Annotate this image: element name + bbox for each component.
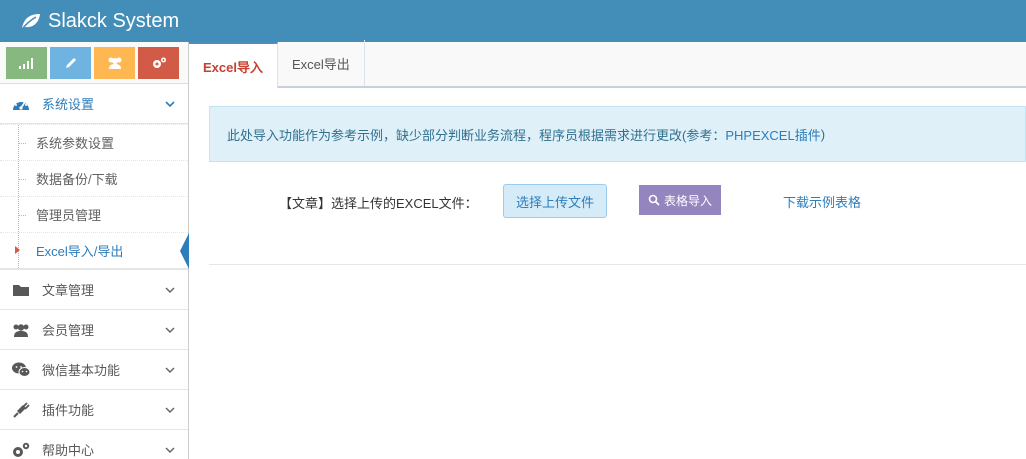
signal-icon <box>18 57 33 69</box>
sidebar: 系统设置 系统参数设置 数据备份/下载 管理员管理 Excel导入/导出 文章管… <box>0 42 189 459</box>
submenu-item-label: 数据备份/下载 <box>36 172 118 187</box>
chevron-down-icon <box>165 366 175 373</box>
menu-label: 会员管理 <box>42 323 95 338</box>
menu-wechat-basic[interactable]: 微信基本功能 <box>0 349 188 389</box>
shortcut-edit-button[interactable] <box>50 46 91 79</box>
tab-excel-export[interactable]: Excel导出 <box>278 40 365 86</box>
alert-suffix: ) <box>820 126 826 142</box>
upload-label: 【文章】选择上传的EXCEL文件： <box>279 196 478 211</box>
brand[interactable]: Slakck System <box>20 10 179 33</box>
search-icon <box>648 194 660 206</box>
wechat-icon <box>10 359 32 381</box>
cogs-icon <box>152 57 166 68</box>
select-file-button[interactable]: 选择上传文件 <box>503 184 607 218</box>
active-indicator <box>180 233 189 269</box>
tab-bar: Excel导入 Excel导出 <box>189 40 1026 88</box>
plug-icon <box>10 399 32 421</box>
menu-help-center[interactable]: 帮助中心 <box>0 429 188 459</box>
menu-label: 系统设置 <box>42 97 95 112</box>
menu-group-system-settings: 系统设置 系统参数设置 数据备份/下载 管理员管理 Excel导入/导出 <box>0 84 189 269</box>
submenu-system-settings: 系统参数设置 数据备份/下载 管理员管理 Excel导入/导出 <box>0 124 189 269</box>
submenu-item-admin-management[interactable]: 管理员管理 <box>0 196 188 232</box>
brand-title: Slakck System <box>48 9 180 32</box>
menu-label: 插件功能 <box>42 403 95 418</box>
menu-label: 帮助中心 <box>42 443 95 458</box>
sidebar-shortcuts <box>0 42 188 84</box>
chevron-down-icon <box>165 406 175 413</box>
import-button[interactable]: 表格导入 <box>639 185 721 215</box>
menu-label: 微信基本功能 <box>42 363 121 378</box>
submenu-item-excel-import-export[interactable]: Excel导入/导出 <box>0 232 189 269</box>
alert-text: 此处导入功能作为参考示例，缺少部分判断业务流程，程序员根据需求进行更改(参考： <box>227 127 726 143</box>
submenu-item-label: 系统参数设置 <box>36 136 115 151</box>
menu-plugins[interactable]: 插件功能 <box>0 389 188 429</box>
info-alert: 此处导入功能作为参考示例，缺少部分判断业务流程，程序员根据需求进行更改(参考： P… <box>209 106 1026 162</box>
menu-member-management[interactable]: 会员管理 <box>0 309 188 349</box>
submenu-item-label: 管理员管理 <box>36 208 102 223</box>
chevron-down-icon <box>165 286 175 293</box>
chevron-down-icon <box>165 446 175 453</box>
leaf-icon <box>22 14 40 29</box>
chevron-down-icon <box>165 100 175 107</box>
submenu-item-system-params[interactable]: 系统参数设置 <box>0 124 188 160</box>
shortcut-users-button[interactable] <box>94 46 135 79</box>
pencil-icon <box>65 57 76 68</box>
main-content: Excel导入 Excel导出 此处导入功能作为参考示例，缺少部分判断业务流程，… <box>189 40 1026 459</box>
shortcut-stats-button[interactable] <box>6 46 47 79</box>
users-icon <box>10 319 32 341</box>
cogs-icon <box>10 439 32 459</box>
top-navbar: Slakck System <box>0 0 1026 42</box>
tab-excel-import[interactable]: Excel导入 <box>189 42 278 88</box>
download-sample-link[interactable]: 下载示例表格 <box>783 192 861 211</box>
menu-label: 文章管理 <box>42 283 95 298</box>
menu-system-settings[interactable]: 系统设置 <box>0 84 188 124</box>
import-form: 【文章】选择上传的EXCEL文件： 选择上传文件 表格导入 下载示例表格 <box>209 184 1026 218</box>
submenu-item-data-backup[interactable]: 数据备份/下载 <box>0 160 188 196</box>
chevron-down-icon <box>165 326 175 333</box>
alert-link[interactable]: PHPEXCEL插件 <box>725 125 820 144</box>
submenu-item-label: Excel导入/导出 <box>36 244 124 259</box>
import-button-label: 表格导入 <box>663 193 712 208</box>
folder-icon <box>10 279 32 301</box>
menu-article-management[interactable]: 文章管理 <box>0 269 188 309</box>
caret-right-icon <box>15 246 20 254</box>
shortcut-settings-button[interactable] <box>138 46 179 79</box>
users-icon <box>108 57 121 69</box>
dashboard-icon <box>10 93 32 115</box>
content-divider <box>209 264 1026 265</box>
